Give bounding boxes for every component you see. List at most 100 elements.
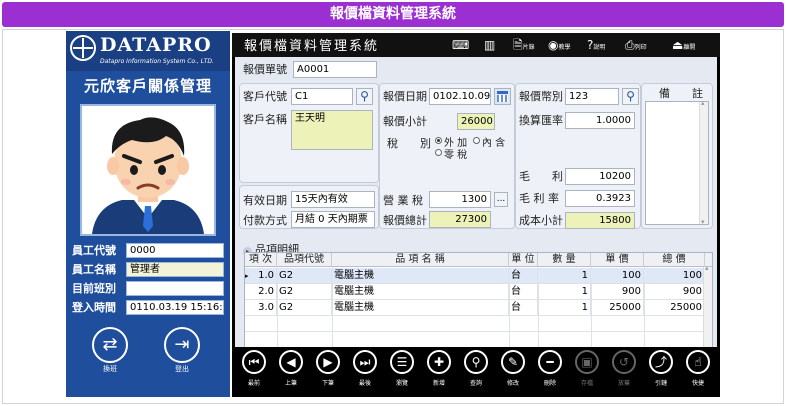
total-field: 27300 bbox=[429, 211, 491, 228]
col-qty[interactable]: 數 量 bbox=[538, 253, 591, 267]
employee-id-label: 員工代號 bbox=[72, 244, 116, 257]
table-row[interactable]: ▸ 1.0 G2 電腦主機 台 1 100 100 bbox=[245, 268, 705, 284]
tax-option-zero: 零 稅 bbox=[444, 150, 468, 161]
delete-button[interactable]: ━ 刪除 bbox=[534, 349, 566, 391]
print-icon[interactable]: ⎙列印 bbox=[625, 37, 647, 53]
help-icon[interactable]: ?說明 bbox=[587, 37, 605, 53]
app-root: 報價檔資料管理系統 DATAPRO Datapro Information Sy… bbox=[0, 0, 786, 406]
exit-icon[interactable]: ⏏離開 bbox=[672, 37, 695, 53]
customer-code-field[interactable]: C1 bbox=[291, 88, 353, 105]
shortcut-button[interactable]: ☝ 快捷 bbox=[682, 349, 714, 391]
col-code[interactable]: 品項代號 bbox=[277, 253, 332, 267]
brand-subtitle: Datapro Information System Co., LTD. bbox=[100, 58, 214, 65]
business-tax-field: 1300 bbox=[429, 191, 491, 208]
currency-search-icon[interactable]: ⚲ bbox=[622, 88, 639, 105]
floppy-disk-icon: ▣ bbox=[575, 350, 599, 374]
tax-type-label: 稅 別 bbox=[387, 137, 431, 150]
first-record-button[interactable]: ⏮ 最前 bbox=[238, 349, 270, 391]
grid-header: 項 次 品項代號 品 項 名 稱 單 位 數 量 單 價 總 價 bbox=[245, 253, 712, 267]
query-button[interactable]: ⚲ 查詢 bbox=[460, 349, 492, 391]
business-tax-label: 營 業 稅 bbox=[383, 194, 423, 207]
col-unit[interactable]: 單 位 bbox=[509, 253, 538, 267]
next-icon: ▶ bbox=[316, 350, 340, 374]
brand-name: DATAPRO bbox=[100, 34, 212, 56]
next-record-button[interactable]: ▶ 下筆 bbox=[312, 349, 344, 391]
col-price[interactable]: 單 價 bbox=[591, 253, 644, 267]
col-seq[interactable]: 項 次 bbox=[245, 253, 277, 267]
save-button[interactable]: ▣ 存檔 bbox=[571, 349, 603, 391]
valid-field[interactable]: 15天內有效 bbox=[291, 191, 375, 208]
exchange-field[interactable]: 1.0000 bbox=[565, 112, 635, 129]
employee-id-field[interactable]: 0000 bbox=[126, 243, 224, 258]
logout-label: 登出 bbox=[175, 365, 189, 373]
empty-row bbox=[245, 316, 705, 332]
login-time-field: 0110.03.19 15:16:30 bbox=[126, 300, 224, 315]
customer-name-label: 客戶名稱 bbox=[243, 113, 287, 126]
shift-label: 目前班別 bbox=[72, 282, 116, 295]
chart-icon[interactable]: 🗎片錄 bbox=[513, 37, 535, 53]
skip-last-icon: ⏭ bbox=[353, 350, 377, 374]
switch-arrows-icon: ⇄ bbox=[92, 327, 128, 363]
table-row[interactable]: 3.0 G2 電腦主機 台 1 25000 25000 bbox=[245, 300, 705, 316]
notes-label: 備 註 bbox=[659, 87, 703, 100]
prev-record-button[interactable]: ◀ 上筆 bbox=[275, 349, 307, 391]
shift-field[interactable] bbox=[126, 281, 224, 296]
customer-search-icon[interactable]: ⚲ bbox=[356, 88, 373, 105]
teach-icon[interactable]: ◉教學 bbox=[548, 37, 571, 53]
minus-icon: ━ bbox=[538, 350, 562, 374]
employee-name-field[interactable]: 管理者 bbox=[126, 262, 224, 277]
calendar-icon[interactable] bbox=[494, 88, 511, 105]
business-tax-more-button[interactable]: ... bbox=[494, 192, 508, 207]
tax-option-inclusive: 內 含 bbox=[482, 138, 506, 149]
keyboard-icon[interactable]: ⌨ bbox=[452, 37, 469, 53]
gross-rate-label: 毛 利 率 bbox=[519, 192, 559, 205]
window-titlebar: 報價檔資料管理系統 ⌨ ▥ 🗎片錄 ◉教學 ?說明 ⎙列印 ⏏離開 bbox=[232, 33, 720, 57]
valid-label: 有效日期 bbox=[243, 194, 287, 207]
employee-name-label: 員工名稱 bbox=[72, 263, 116, 276]
switch-shift-label: 換班 bbox=[103, 365, 117, 373]
notes-scrollbar[interactable] bbox=[699, 99, 708, 226]
add-button[interactable]: ✚ 新增 bbox=[423, 349, 455, 391]
customer-name-field[interactable]: 王天明 bbox=[291, 110, 373, 150]
empty-row bbox=[245, 332, 705, 348]
currency-label: 報價幣別 bbox=[519, 90, 563, 103]
cost-label: 成本小計 bbox=[519, 214, 563, 227]
payment-field[interactable]: 月結 0 天內期票 bbox=[291, 211, 375, 228]
avatar-illustration-icon bbox=[82, 106, 214, 234]
undo-icon: ↺ bbox=[612, 350, 636, 374]
quote-window: 報價檔資料管理系統 ⌨ ▥ 🗎片錄 ◉教學 ?說明 ⎙列印 ⏏離開 報價單號 A… bbox=[232, 33, 720, 397]
datapro-logo-icon bbox=[70, 35, 96, 61]
edit-button[interactable]: ✎ 修改 bbox=[497, 349, 529, 391]
app-title: 元欣客戶關係管理 bbox=[83, 77, 212, 95]
prev-icon: ◀ bbox=[279, 350, 303, 374]
copy-link-button[interactable]: ⤴ 引鏈 bbox=[645, 349, 677, 391]
window-body: 報價單號 A0001 客戶代號 C1 ⚲ 客戶名稱 王天明 報價日期 0102.… bbox=[235, 57, 717, 376]
magnifier-icon: ⚲ bbox=[464, 350, 488, 374]
window-title: 報價檔資料管理系統 bbox=[244, 39, 380, 54]
employee-info: 員工代號 0000 員工名稱 管理者 目前班別 登入時間 0110.03.19 … bbox=[66, 241, 230, 341]
col-name[interactable]: 品 項 名 稱 bbox=[332, 253, 509, 267]
switch-shift-button[interactable]: ⇄ 換班 bbox=[90, 327, 130, 383]
currency-field[interactable]: 123 bbox=[565, 88, 619, 105]
logout-button[interactable]: ⇥ 登出 bbox=[162, 327, 202, 383]
subtotal-field: 26000 bbox=[457, 113, 495, 130]
customer-code-label: 客戶代號 bbox=[243, 90, 287, 103]
total-label: 報價總計 bbox=[383, 214, 427, 227]
notes-textarea[interactable] bbox=[645, 99, 709, 226]
tax-radio-zero[interactable] bbox=[435, 149, 442, 156]
last-record-button[interactable]: ⏭ 最後 bbox=[349, 349, 381, 391]
barcode-icon[interactable]: ▥ bbox=[484, 37, 495, 53]
cancel-button[interactable]: ↺ 放棄 bbox=[608, 349, 640, 391]
quote-no-field[interactable]: A0001 bbox=[293, 61, 377, 78]
payment-label: 付款方式 bbox=[243, 214, 287, 227]
plus-icon: ✚ bbox=[427, 350, 451, 374]
col-total[interactable]: 總 價 bbox=[644, 253, 705, 267]
quote-date-field[interactable]: 0102.10.09 bbox=[429, 88, 491, 105]
quote-date-label: 報價日期 bbox=[383, 90, 427, 103]
tax-radio-inclusive[interactable] bbox=[473, 137, 480, 144]
gross-label: 毛 利 bbox=[519, 170, 563, 183]
tax-radio-exclusive[interactable] bbox=[435, 137, 442, 144]
table-row[interactable]: 2.0 G2 電腦主機 台 1 900 900 bbox=[245, 284, 705, 300]
browse-button[interactable]: ☰ 瀏覽 bbox=[386, 349, 418, 391]
brand-header: DATAPRO Datapro Information System Co., … bbox=[66, 31, 230, 71]
